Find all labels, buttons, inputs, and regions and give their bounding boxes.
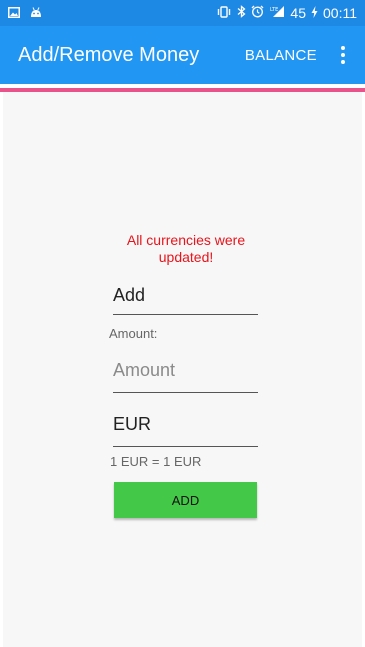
status-time: 00:11 — [323, 5, 357, 21]
alarm-icon — [251, 5, 264, 21]
network-type-label: LTE — [270, 7, 278, 13]
amount-label: Amount: — [109, 326, 158, 341]
android-notification-icon — [30, 5, 42, 21]
add-button[interactable]: ADD — [114, 482, 257, 518]
lte-signal-icon: LTE — [269, 5, 285, 21]
bluetooth-icon — [237, 5, 246, 21]
page-title: Add/Remove Money — [18, 43, 200, 66]
balance-button[interactable]: BALANCE — [237, 41, 325, 70]
currency-selector[interactable]: EUR — [113, 414, 258, 447]
battery-level: 45 — [290, 5, 306, 21]
app-bar: Add/Remove Money BALANCE — [0, 26, 365, 84]
amount-input[interactable]: Amount — [113, 360, 258, 393]
overflow-menu-icon[interactable] — [331, 37, 355, 73]
status-bar: LTE 45 00:11 — [0, 0, 365, 26]
charging-icon — [311, 5, 318, 21]
image-notification-icon — [8, 5, 20, 21]
update-status-message: All currencies were updated! — [126, 232, 246, 265]
main-content: All currencies were updated! Add Amount:… — [3, 92, 362, 647]
operation-selector[interactable]: Add — [113, 285, 258, 315]
vibrate-icon — [216, 5, 232, 21]
exchange-rate-text: 1 EUR = 1 EUR — [110, 454, 202, 469]
